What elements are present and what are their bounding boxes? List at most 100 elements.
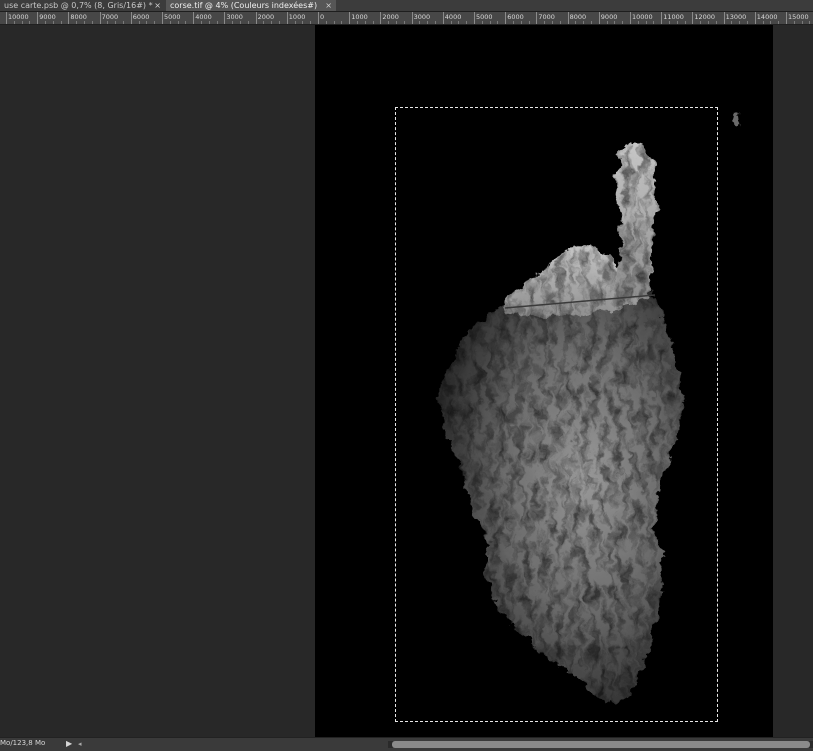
document-size-info: Mo/123,8 Mo: [0, 739, 46, 747]
ruler-minor-tick: [575, 21, 577, 24]
ruler-minor-tick: [552, 21, 553, 24]
ruler-tick-label: 6000: [507, 13, 524, 21]
ruler-minor-tick: [676, 21, 678, 24]
ruler-tick-label: 3000: [413, 13, 431, 21]
ruler-minor-tick: [419, 21, 421, 24]
ruler-tick-label: 12000: [694, 13, 716, 21]
tab-label: use carte.psb @ 0,7% (8, Gris/16#) *: [4, 1, 153, 10]
ruler-minor-tick: [458, 21, 460, 24]
islet-shape: [733, 112, 741, 128]
ruler-minor-tick: [583, 21, 585, 24]
ruler-minor-tick: [731, 21, 733, 24]
ruler-minor-tick: [708, 21, 709, 24]
ruler-minor-tick: [388, 21, 390, 24]
ruler-minor-tick: [146, 21, 148, 24]
ruler-minor-tick: [622, 21, 624, 24]
scroll-left-arrow-icon[interactable]: ◂: [78, 740, 82, 749]
ruler-minor-tick: [450, 21, 452, 24]
close-icon[interactable]: ×: [325, 0, 332, 11]
ruler-minor-tick: [364, 21, 366, 24]
ruler-tick-label: 9000: [600, 13, 618, 21]
ruler-minor-tick: [513, 21, 514, 24]
ruler-minor-tick: [263, 21, 265, 24]
ruler-tick-label: 4000: [195, 13, 212, 21]
ruler-minor-tick: [247, 21, 249, 24]
ruler-minor-tick: [13, 21, 15, 24]
ruler-minor-tick: [185, 21, 187, 24]
document-tab-bar: use carte.psb @ 0,7% (8, Gris/16#) * × c…: [0, 0, 813, 12]
ruler-minor-tick: [653, 21, 655, 24]
ruler-tick-label: 10000: [632, 13, 653, 21]
ruler-minor-tick: [115, 21, 117, 24]
ruler-minor-tick: [559, 21, 561, 24]
ruler-minor-tick: [793, 21, 795, 24]
ruler-minor-tick: [497, 21, 499, 24]
document-canvas[interactable]: [315, 25, 773, 737]
ruler-tick-label: 9000: [39, 13, 56, 21]
ruler-minor-tick: [84, 21, 85, 24]
ruler-minor-tick: [294, 21, 296, 24]
ruler-minor-tick: [201, 21, 202, 24]
ruler-minor-tick: [700, 21, 702, 24]
ruler-minor-tick: [396, 21, 397, 24]
ruler-minor-tick: [333, 21, 335, 24]
ruler-tick-label: 2000: [382, 13, 399, 21]
ruler-tick-label: 7000: [538, 13, 555, 21]
ruler-tick-label: 5000: [164, 13, 181, 21]
tab-label: corse.tif @ 4% (Couleurs indexées#): [170, 1, 318, 10]
ruler-tick-label: 1000: [351, 13, 368, 21]
ruler-minor-tick: [809, 21, 811, 24]
ruler-minor-tick: [801, 21, 803, 24]
ruler-minor-tick: [357, 21, 358, 24]
ruler-minor-tick: [739, 21, 741, 24]
ruler-minor-tick: [435, 21, 436, 24]
ruler-minor-tick: [481, 21, 483, 24]
ruler-minor-tick: [232, 21, 234, 24]
ruler-minor-tick: [279, 21, 280, 24]
ruler-minor-tick: [762, 21, 764, 24]
ruler-minor-tick: [614, 21, 616, 24]
ruler-minor-tick: [669, 21, 670, 24]
ruler-minor-tick: [154, 21, 156, 24]
ruler-tick-label: 7000: [101, 13, 119, 21]
ruler-minor-tick: [341, 21, 343, 24]
ruler-minor-tick: [76, 21, 78, 24]
ruler-minor-tick: [52, 21, 54, 24]
ruler-minor-tick: [637, 21, 639, 24]
ruler-minor-tick: [310, 21, 312, 24]
ruler-minor-tick: [91, 21, 93, 24]
ruler-minor-tick: [107, 21, 109, 24]
ruler-minor-tick: [466, 21, 468, 24]
horizontal-scrollbar-thumb[interactable]: [392, 741, 810, 748]
ruler-minor-tick: [403, 21, 405, 24]
horizontal-ruler[interactable]: 10000 9000 8000 7000 6000 5000 4000 3000 2000 100…: [0, 12, 813, 25]
ruler-tick-label: 0: [320, 13, 325, 21]
ruler-minor-tick: [325, 21, 327, 24]
ruler-minor-tick: [528, 21, 530, 24]
ruler-tick-label: 10000: [8, 13, 29, 21]
ruler-tick-label: 2000: [257, 13, 275, 21]
ruler-tick-label: 8000: [70, 13, 87, 21]
ruler-minor-tick: [45, 21, 46, 24]
tab-corse[interactable]: corse.tif @ 4% (Couleurs indexées#) ×: [166, 0, 336, 11]
ruler-tick-label: 3000: [226, 13, 243, 21]
ruler-minor-tick: [747, 21, 748, 24]
ruler-minor-tick: [372, 21, 374, 24]
ruler-minor-tick: [778, 21, 780, 24]
ruler-tick-label: 1000: [288, 13, 306, 21]
ruler-minor-tick: [169, 21, 171, 24]
ruler-minor-tick: [271, 21, 273, 24]
ruler-minor-tick: [427, 21, 429, 24]
ruler-minor-tick: [208, 21, 210, 24]
ruler-minor-tick: [606, 21, 608, 24]
ruler-tick-label: 13000: [725, 13, 747, 21]
close-icon[interactable]: ×: [154, 0, 161, 11]
heightmap-image: [437, 112, 741, 705]
tab-use-carte[interactable]: use carte.psb @ 0,7% (8, Gris/16#) * ×: [0, 0, 165, 11]
ruler-minor-tick: [240, 21, 241, 24]
ruler-minor-tick: [60, 21, 62, 24]
ruler-minor-tick: [645, 21, 647, 24]
status-menu-arrow-icon[interactable]: ▶: [66, 739, 72, 749]
status-bar: Mo/123,8 Mo ▶ ◂: [0, 737, 813, 751]
ruler-tick-label: 11000: [663, 13, 684, 21]
